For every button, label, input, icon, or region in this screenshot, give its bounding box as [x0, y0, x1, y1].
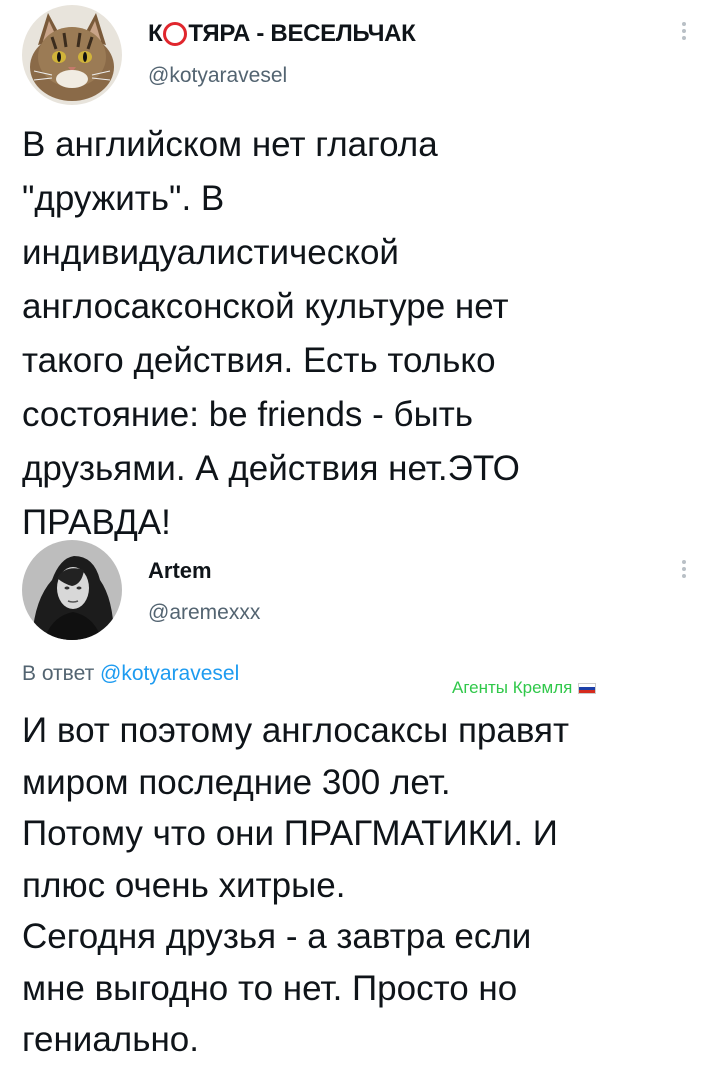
badge: Агенты Кремля — [452, 678, 597, 698]
more-vertical-icon[interactable] — [681, 560, 687, 578]
author-name-suffix: ТЯРА - ВЕСЕЛЬЧАК — [188, 20, 416, 47]
reply-prefix: В ответ — [22, 662, 95, 685]
reply-context: В ответ @kotyaravesel — [22, 662, 239, 686]
author-handle[interactable]: @kotyaravesel — [148, 64, 287, 88]
author-name[interactable]: Artem — [148, 558, 212, 584]
tweet-text: И вот поэтому англосаксы правят миром по… — [22, 711, 570, 1059]
tweet-reply: Artem @aremexxx В ответ @kotyaravesel Аг… — [0, 535, 720, 1074]
more-vertical-icon[interactable] — [681, 22, 687, 40]
cat-avatar[interactable] — [22, 5, 122, 105]
author-handle[interactable]: @aremexxx — [148, 601, 260, 625]
russia-flag-icon — [578, 682, 597, 694]
tweet-text: В английском нет глагола "дружить". В ин… — [22, 125, 520, 542]
brand-ring-icon — [163, 22, 188, 46]
person-avatar[interactable] — [22, 540, 122, 640]
author-name-prefix: К — [148, 20, 163, 47]
badge-label: Агенты Кремля — [452, 678, 573, 697]
author-name[interactable]: К ТЯРА - ВЕСЕЛЬЧАК — [148, 20, 416, 48]
reply-handle-link[interactable]: @kotyaravesel — [100, 662, 239, 685]
tweet-original: К ТЯРА - ВЕСЕЛЬЧАК @kotyaravesel В англи… — [0, 0, 720, 542]
